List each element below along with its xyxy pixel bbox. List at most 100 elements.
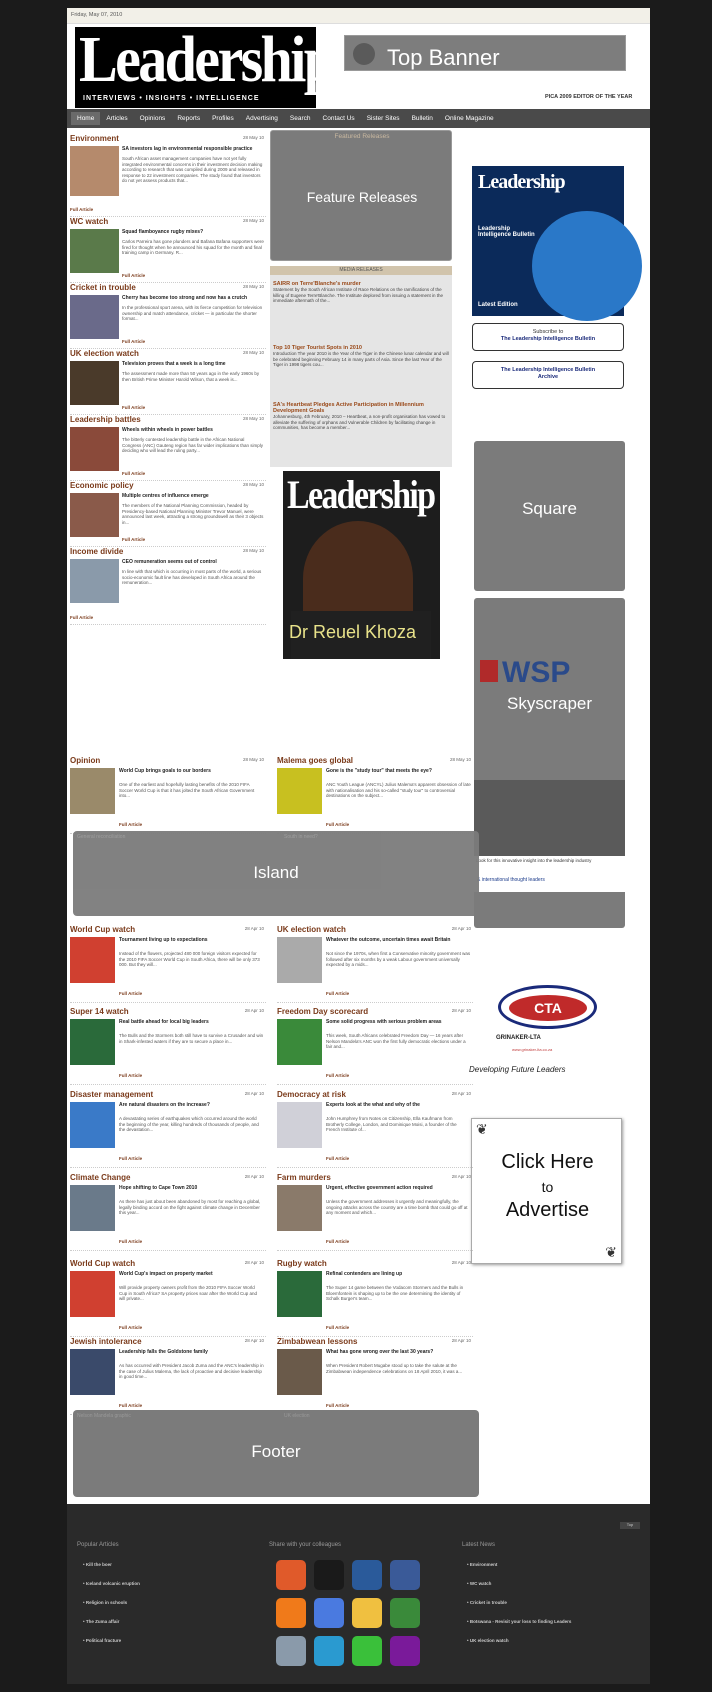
top-banner-ad[interactable]: Top Banner — [344, 35, 626, 71]
full-article-link[interactable]: Full Article — [326, 822, 349, 827]
google-bookmark-icon[interactable] — [352, 1598, 382, 1628]
article-thumbnail[interactable] — [70, 1185, 115, 1231]
latest-news-link[interactable]: • Environment — [467, 1562, 497, 1567]
article-heading[interactable]: Climate Change — [70, 1173, 266, 1182]
article-thumbnail[interactable] — [70, 559, 119, 603]
google-icon[interactable] — [314, 1598, 344, 1628]
popular-article-link[interactable]: • Political fracture — [83, 1638, 121, 1643]
bulletin-promo[interactable]: Leadership Leadership Intelligence Bulle… — [472, 166, 642, 321]
nav-item-search[interactable]: Search — [284, 115, 317, 122]
article-heading[interactable]: Farm murders — [277, 1173, 473, 1182]
island-ad[interactable]: General reconciliation South in need? Is… — [73, 831, 479, 916]
full-article-link[interactable]: Full Article — [119, 1403, 142, 1408]
popular-article-link[interactable]: • Iceland volcanic eruption — [83, 1581, 140, 1586]
delicious-icon[interactable] — [314, 1560, 344, 1590]
full-article-link[interactable]: Full Article — [119, 991, 142, 996]
article-heading[interactable]: Super 14 watch — [70, 1007, 266, 1016]
full-article-link[interactable]: Full Article — [326, 1073, 349, 1078]
article-thumbnail[interactable] — [70, 937, 115, 983]
article-heading[interactable]: Zimbabwean lessons — [277, 1337, 473, 1346]
media-release-title[interactable]: SA's Heartbeat Pledges Active Participat… — [273, 402, 449, 414]
article-heading[interactable]: Jewish intolerance — [70, 1337, 266, 1346]
full-article-link[interactable]: Full Article — [326, 991, 349, 996]
site-logo[interactable]: Leadership INTERVIEWS • INSIGHTS • INTEL… — [75, 24, 336, 108]
magazine-cover[interactable]: Leadership Dr Reuel Khoza — [283, 471, 440, 659]
feature-releases-ad[interactable]: Featured Releases Feature Releases — [270, 130, 452, 261]
nav-item-bulletin[interactable]: Bulletin — [406, 115, 439, 122]
article-thumbnail[interactable] — [70, 1019, 115, 1065]
article-heading[interactable]: Economic policy — [70, 481, 266, 490]
article-heading[interactable]: Leadership battles — [70, 415, 266, 424]
article-thumbnail[interactable] — [277, 1349, 322, 1395]
article-thumbnail[interactable] — [70, 1102, 115, 1148]
full-article-link[interactable]: Full Article — [326, 1156, 349, 1161]
full-article-link[interactable]: Full Article — [122, 273, 145, 278]
article-heading[interactable]: Environment — [70, 134, 266, 143]
full-article-link[interactable]: Full Article — [70, 615, 93, 620]
digg-icon[interactable] — [352, 1560, 382, 1590]
full-article-link[interactable]: Full Article — [122, 405, 145, 410]
article-title[interactable]: Multiple centres of influence emerge — [122, 493, 264, 499]
blogger-icon[interactable] — [276, 1560, 306, 1590]
article-title[interactable]: Experts look at the what and why of the — [326, 1102, 471, 1108]
latest-news-link[interactable]: • Cricket in trouble — [467, 1600, 507, 1605]
article-thumbnail[interactable] — [70, 295, 119, 339]
article-title[interactable]: World Cup's impact on property market — [119, 1271, 264, 1277]
yahoo-icon[interactable] — [390, 1636, 420, 1666]
article-title[interactable]: Wheels within wheels in power battles — [122, 427, 264, 433]
article-title[interactable]: Leadership falls the Goldstone family — [119, 1349, 264, 1355]
grinaker-logo[interactable]: CTA — [498, 985, 597, 1029]
full-article-link[interactable]: Full Article — [119, 822, 142, 827]
article-title[interactable]: Gone is the "study tour" that meets the … — [326, 768, 471, 774]
article-title[interactable]: World Cup brings goals to our borders — [119, 768, 264, 774]
latest-news-link[interactable]: • WC watch — [467, 1581, 491, 1586]
subscribe-button[interactable]: Subscribe to The Leadership Intelligence… — [472, 323, 624, 351]
article-title[interactable]: What has gone wrong over the last 30 yea… — [326, 1349, 471, 1355]
nav-item-articles[interactable]: Articles — [100, 115, 133, 122]
article-thumbnail[interactable] — [277, 1185, 322, 1231]
article-title[interactable]: Refinal contenders are lining up — [326, 1271, 471, 1277]
article-heading[interactable]: Democracy at risk — [277, 1090, 473, 1099]
full-article-link[interactable]: Full Article — [326, 1239, 349, 1244]
article-title[interactable]: Hope shifting to Cape Town 2010 — [119, 1185, 264, 1191]
stumbleupon-icon[interactable] — [314, 1636, 344, 1666]
article-thumbnail[interactable] — [70, 768, 115, 814]
facebook-icon[interactable] — [390, 1560, 420, 1590]
nav-item-reports[interactable]: Reports — [171, 115, 206, 122]
full-article-link[interactable]: Full Article — [119, 1325, 142, 1330]
nav-item-home[interactable]: Home — [71, 112, 101, 125]
article-heading[interactable]: Income divide — [70, 547, 266, 556]
nav-item-online-magazine[interactable]: Online Magazine — [439, 115, 500, 122]
article-title[interactable]: Squad flamboyance rugby mixes? — [122, 229, 264, 235]
article-thumbnail[interactable] — [277, 1019, 322, 1065]
popular-article-link[interactable]: • Kill the boer — [83, 1562, 112, 1567]
article-thumbnail[interactable] — [277, 768, 322, 814]
full-article-link[interactable]: Full Article — [122, 471, 145, 476]
back-to-top-button[interactable]: Top — [620, 1522, 640, 1529]
full-article-link[interactable]: Full Article — [326, 1325, 349, 1330]
article-thumbnail[interactable] — [277, 1102, 322, 1148]
rss-icon[interactable] — [276, 1598, 306, 1628]
article-title[interactable]: SA investors lag in environmental respon… — [122, 146, 264, 152]
article-title[interactable]: Cherry has become too strong and now has… — [122, 295, 264, 301]
full-article-link[interactable]: Full Article — [119, 1156, 142, 1161]
grinaker-url[interactable]: www.grinaker-lta.co.za — [512, 1047, 552, 1052]
article-thumbnail[interactable] — [277, 1271, 322, 1317]
article-heading[interactable]: UK election watch — [70, 349, 266, 358]
article-title[interactable]: Urgent, effective government action requ… — [326, 1185, 471, 1191]
article-title[interactable]: Are natural disasters on the increase? — [119, 1102, 264, 1108]
article-heading[interactable]: Opinion — [70, 756, 266, 765]
article-heading[interactable]: Freedom Day scorecard — [277, 1007, 473, 1016]
nav-item-profiles[interactable]: Profiles — [206, 115, 240, 122]
square-ad[interactable]: Square — [474, 441, 625, 591]
full-article-link[interactable]: Full Article — [326, 1403, 349, 1408]
article-thumbnail[interactable] — [70, 1349, 115, 1395]
article-thumbnail[interactable] — [70, 1271, 115, 1317]
article-thumbnail[interactable] — [70, 146, 119, 196]
footer-ad[interactable]: Nelson Mandela graphic UK election Foote… — [73, 1410, 479, 1497]
article-thumbnail[interactable] — [277, 937, 322, 983]
article-title[interactable]: Tournament living up to expectations — [119, 937, 264, 943]
article-heading[interactable]: World Cup watch — [70, 1259, 266, 1268]
article-heading[interactable]: Malema goes global — [277, 756, 473, 765]
full-article-link[interactable]: Full Article — [122, 339, 145, 344]
